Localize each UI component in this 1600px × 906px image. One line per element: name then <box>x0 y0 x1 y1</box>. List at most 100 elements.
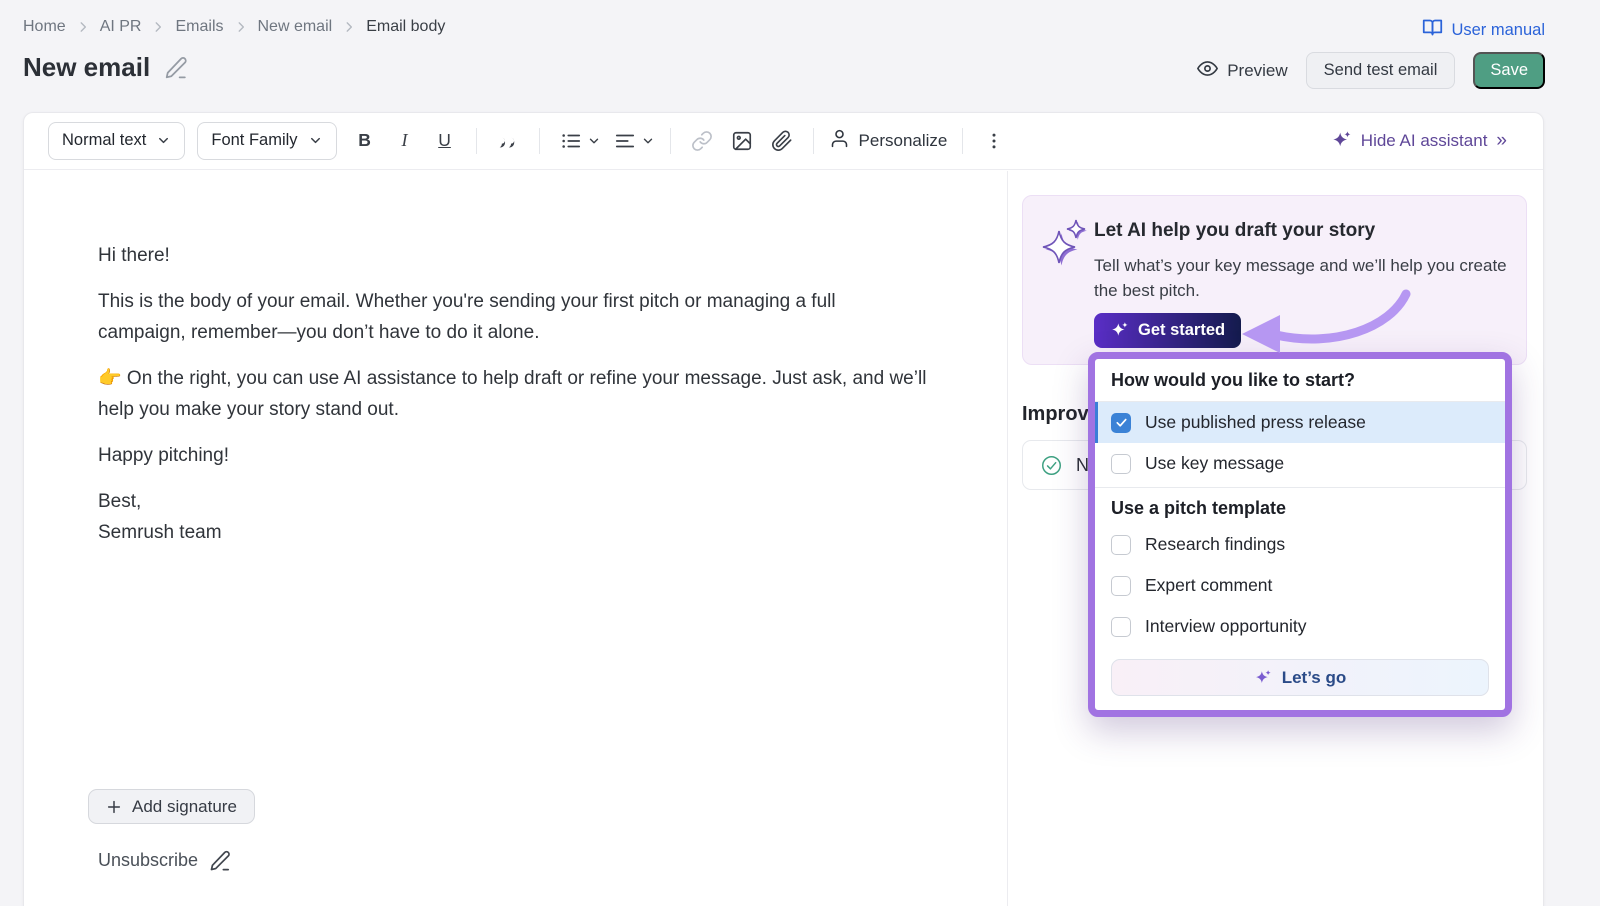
alignment-dropdown[interactable] <box>609 124 655 158</box>
paragraph-style-dropdown[interactable]: Normal text <box>48 122 185 160</box>
eye-icon <box>1197 58 1218 84</box>
user-manual-label: User manual <box>1451 21 1545 40</box>
breadcrumb-home[interactable]: Home <box>23 18 66 36</box>
hide-ai-assistant-label: Hide AI assistant <box>1361 131 1488 151</box>
formatting-toolbar: Normal text Font Family B I U Personaliz… <box>24 112 1543 170</box>
chevron-right-icon <box>342 20 356 34</box>
breadcrumb-current-email-body: Email body <box>366 18 445 36</box>
align-left-icon <box>609 124 641 158</box>
font-family-value: Font Family <box>211 131 297 150</box>
person-icon <box>829 128 850 154</box>
font-family-dropdown[interactable]: Font Family <box>197 122 336 160</box>
chevron-right-icon <box>76 20 90 34</box>
more-options-button[interactable] <box>978 124 1010 158</box>
option-label: Expert comment <box>1145 575 1272 596</box>
double-chevron-right-icon: » <box>1496 130 1505 152</box>
chevron-down-icon <box>641 134 655 148</box>
ai-start-options-popup: How would you like to start? Use publish… <box>1088 352 1512 717</box>
toolbar-divider <box>962 128 963 154</box>
header-actions: Preview Send test email Save <box>1197 52 1545 89</box>
image-icon <box>731 130 753 152</box>
toolbar-divider <box>670 128 671 154</box>
email-body-editor[interactable]: Hi there! This is the body of your email… <box>98 240 928 563</box>
check-icon <box>1115 416 1128 429</box>
italic-button[interactable]: I <box>389 124 421 158</box>
email-signature-paragraph: Best, Semrush team <box>98 486 928 548</box>
lets-go-button[interactable]: Let’s go <box>1111 659 1489 696</box>
underline-button[interactable]: U <box>429 124 461 158</box>
add-signature-label: Add signature <box>132 797 237 817</box>
breadcrumb: Home AI PR Emails New email Email body <box>23 18 445 36</box>
unsubscribe-link[interactable]: Unsubscribe <box>98 849 232 872</box>
option-use-published-press-release[interactable]: Use published press release <box>1095 402 1505 443</box>
email-editor-page: Home AI PR Emails New email Email body U… <box>0 0 1600 906</box>
chevron-right-icon <box>151 20 165 34</box>
toolbar-divider <box>539 128 540 154</box>
ai-sparkles-icon <box>1036 216 1088 273</box>
check-circle-icon <box>1041 455 1062 476</box>
chevron-right-icon <box>234 20 248 34</box>
bullet-list-dropdown[interactable] <box>555 124 601 158</box>
option-research-findings[interactable]: Research findings <box>1095 524 1505 565</box>
breadcrumb-new-email[interactable]: New email <box>258 18 333 36</box>
checkbox[interactable] <box>1111 576 1131 596</box>
quote-icon <box>497 130 519 152</box>
bold-button[interactable]: B <box>349 124 381 158</box>
checkbox[interactable] <box>1111 535 1131 555</box>
personalize-button[interactable]: Personalize <box>829 128 948 154</box>
popup-section-title: Use a pitch template <box>1095 487 1505 524</box>
edit-unsubscribe-pencil-icon[interactable] <box>209 849 232 872</box>
chevron-down-icon <box>308 133 323 148</box>
email-paragraph: 👉 On the right, you can use AI assistanc… <box>98 363 928 425</box>
lets-go-label: Let’s go <box>1282 668 1347 688</box>
toolbar-divider <box>813 128 814 154</box>
user-manual-link[interactable]: User manual <box>1422 17 1545 43</box>
blockquote-button[interactable] <box>492 124 524 158</box>
ai-card-title: Let AI help you draft your story <box>1094 220 1375 242</box>
checkbox[interactable] <box>1111 454 1131 474</box>
plus-icon <box>106 799 122 815</box>
save-button[interactable]: Save <box>1473 52 1545 89</box>
option-label: Interview opportunity <box>1145 616 1306 637</box>
sparkle-icon <box>1331 130 1352 151</box>
preview-button[interactable]: Preview <box>1197 58 1287 84</box>
get-started-button[interactable]: Get started <box>1094 313 1241 348</box>
chevron-down-icon <box>156 133 171 148</box>
email-paragraph: Hi there! <box>98 240 928 271</box>
breadcrumb-emails[interactable]: Emails <box>175 18 223 36</box>
edit-title-pencil-icon[interactable] <box>164 55 189 80</box>
option-label: Use key message <box>1145 453 1284 474</box>
email-paragraph: This is the body of your email. Whether … <box>98 286 928 348</box>
attach-file-button[interactable] <box>766 124 798 158</box>
breadcrumb-ai-pr[interactable]: AI PR <box>100 18 142 36</box>
book-icon <box>1422 17 1443 43</box>
kebab-menu-icon <box>984 131 1004 151</box>
sparkle-icon <box>1254 669 1272 687</box>
hide-ai-assistant-button[interactable]: Hide AI assistant » <box>1331 130 1505 152</box>
chevron-down-icon <box>587 134 601 148</box>
option-expert-comment[interactable]: Expert comment <box>1095 565 1505 606</box>
sparkle-icon <box>1110 321 1129 340</box>
option-label: Use published press release <box>1145 412 1366 433</box>
checkbox[interactable] <box>1111 413 1131 433</box>
link-icon <box>691 130 713 152</box>
option-interview-opportunity[interactable]: Interview opportunity <box>1095 606 1505 647</box>
checkbox[interactable] <box>1111 617 1131 637</box>
paragraph-style-value: Normal text <box>62 131 146 150</box>
insert-image-button[interactable] <box>726 124 758 158</box>
unsubscribe-label: Unsubscribe <box>98 850 198 871</box>
option-label: Research findings <box>1145 534 1285 555</box>
send-test-email-button[interactable]: Send test email <box>1306 52 1456 89</box>
add-signature-button[interactable]: Add signature <box>88 789 255 824</box>
option-use-key-message[interactable]: Use key message <box>1095 443 1505 484</box>
improve-section-heading: Improv <box>1022 403 1089 426</box>
popup-title: How would you like to start? <box>1095 359 1505 402</box>
toolbar-divider <box>476 128 477 154</box>
preview-label: Preview <box>1227 61 1287 81</box>
title-row: New email <box>23 52 189 83</box>
page-title: New email <box>23 52 150 83</box>
bullet-list-icon <box>555 124 587 158</box>
ai-card-description: Tell what’s your key message and we’ll h… <box>1094 253 1514 303</box>
insert-link-button <box>686 124 718 158</box>
paperclip-icon <box>771 130 793 152</box>
